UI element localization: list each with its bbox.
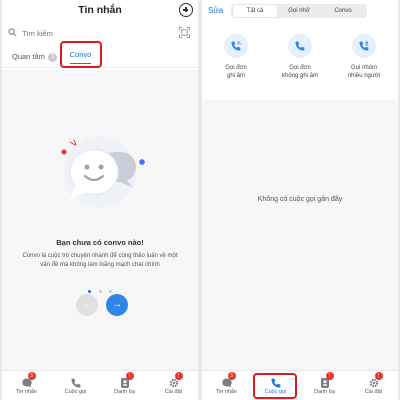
nav-badge: ! (174, 372, 183, 380)
segment-all[interactable]: Tất cả (233, 5, 277, 17)
messages-screen: Tin nhắn Quan tâm3 Convo (2, 0, 198, 400)
nav-item-settings[interactable]: ! Cài đặt (149, 372, 198, 400)
calls-screen: Sửa Tất cả Gọi nhỡ Convo Gọi đơn ghi âm … (202, 0, 398, 400)
nav-item-messages[interactable]: 3 Tin nhắn (202, 372, 251, 400)
segment-convo[interactable]: Convo (321, 5, 365, 17)
call-type-recorded[interactable]: Gọi đơn ghi âm (206, 34, 266, 80)
nav-label: Cài đặt (164, 389, 183, 395)
chat-bubble-illustration (61, 136, 145, 208)
contacts-icon: ! (319, 372, 334, 388)
convo-empty-panel: Bạn chưa có convo nào! Convo là cuộc trò… (2, 70, 198, 370)
call-type-label: Gọi đơn ghi âm (225, 65, 247, 79)
prev-button[interactable]: ← (76, 294, 98, 316)
nav-badge: 3 (227, 372, 236, 380)
nav-label: Tin nhắn (15, 389, 38, 395)
carousel-dots (2, 280, 198, 298)
nav-label: Cài đặt (364, 389, 383, 395)
nav-badge: ! (325, 372, 334, 380)
phone-record-icon (224, 34, 248, 58)
bottom-nav: 3 Tin nhắn Cuộc gọi ! Danh bạ ! Cài đặt (202, 370, 398, 400)
search-icon (8, 28, 17, 37)
tab-quan-tam-label: Quan tâm (12, 52, 45, 61)
page-title: Tin nhắn (78, 4, 122, 16)
call-type-options: Gọi đơn ghi âm Gọi đơn không ghi âm Gọi … (202, 34, 398, 94)
nav-item-contacts[interactable]: ! Danh bạ (100, 372, 149, 400)
nav-item-settings[interactable]: ! Cài đặt (349, 372, 398, 400)
call-type-label: Gọi nhóm nhiều người (347, 65, 381, 79)
highlight-box-convo (60, 41, 102, 68)
tab-count-badge: 3 (47, 53, 57, 62)
segment-missed[interactable]: Gọi nhỡ (277, 5, 321, 17)
tab-quan-tam[interactable]: Quan tâm 3 (12, 52, 57, 62)
call-type-label: Gọi đơn không ghi âm (281, 65, 319, 79)
nav-item-messages[interactable]: 3 Tin nhắn (2, 372, 51, 400)
nav-badge: 3 (27, 372, 36, 380)
call-type-unrecorded[interactable]: Gọi đơn không ghi âm (270, 34, 330, 80)
carousel-dot (108, 290, 112, 293)
nav-badge: ! (374, 372, 383, 380)
call-type-group[interactable]: Gọi nhóm nhiều người (334, 34, 394, 80)
gear-icon: ! (368, 372, 383, 388)
chat-icon: 3 (21, 372, 36, 388)
search-bar[interactable] (8, 26, 194, 40)
call-filter-segments: Tất cả Gọi nhỡ Convo (231, 4, 367, 18)
edit-button[interactable]: Sửa (208, 6, 223, 15)
nav-label: Danh bạ (114, 389, 135, 395)
nav-label: Tin nhắn (215, 389, 238, 395)
next-button[interactable]: → (106, 294, 128, 316)
messages-header: Tin nhắn (2, 0, 198, 22)
empty-calls-text: Không có cuộc gọi gần đây (257, 196, 343, 203)
nav-label: Cuộc gọi (64, 389, 87, 395)
phone-icon (288, 34, 312, 58)
new-message-icon[interactable] (179, 3, 193, 17)
search-input[interactable] (22, 26, 172, 40)
carousel-dot-active (88, 290, 92, 293)
nav-label: Danh bạ (314, 389, 335, 395)
nav-item-calls[interactable]: Cuộc gọi (51, 376, 100, 400)
empty-state-description: Convo là cuộc trò chuyện nhanh để cùng t… (22, 253, 178, 268)
calls-header: Sửa Tất cả Gọi nhỡ Convo (202, 0, 398, 24)
group-call-icon (352, 34, 376, 58)
nav-badge: ! (125, 372, 134, 380)
qr-scan-icon[interactable] (179, 27, 190, 38)
highlight-box-calls (253, 373, 297, 399)
phone-icon (70, 376, 82, 388)
gear-icon: ! (168, 372, 183, 388)
nav-item-contacts[interactable]: ! Danh bạ (300, 372, 349, 400)
chat-icon: 3 (221, 372, 236, 388)
contacts-icon: ! (119, 372, 134, 388)
carousel-dot (98, 290, 102, 293)
recent-calls-panel: Không có cuộc gọi gần đây (202, 100, 398, 370)
bottom-nav: 3 Tin nhắn Cuộc gọi ! Danh bạ ! Cài đặt (2, 370, 198, 400)
empty-state-title: Bạn chưa có convo nào! (56, 238, 144, 247)
